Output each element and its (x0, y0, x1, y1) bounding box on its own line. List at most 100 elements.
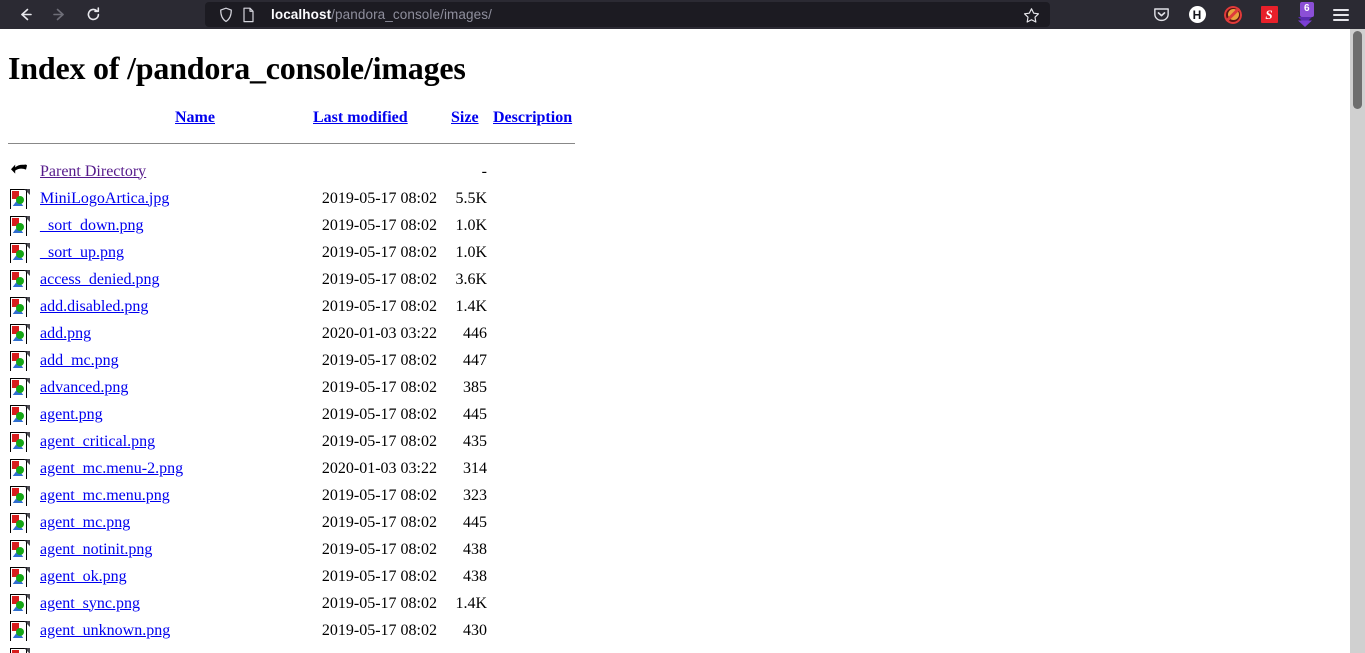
file-link[interactable]: advanced.png (40, 379, 128, 396)
row-icon-cell (8, 428, 40, 455)
row-size-cell: 385 (463, 378, 487, 396)
row-description-cell (493, 509, 593, 536)
row-name-cell: agent_sync.png (40, 590, 305, 617)
menu-icon[interactable] (1329, 3, 1353, 27)
column-icon-header (8, 109, 40, 131)
file-link[interactable]: agent_ok.png (40, 568, 127, 585)
row-lastmodified-cell: 2019-05-17 08:02 (321, 567, 437, 585)
page-scrollbar[interactable] (1350, 29, 1365, 653)
sourcegraph-icon[interactable]: S (1257, 3, 1281, 27)
row-name-cell: agent_mc.png (40, 509, 305, 536)
row-lastmodified-cell: 2019-05-17 08:02 (321, 432, 437, 450)
sort-by-name-link[interactable]: Name (175, 109, 215, 126)
hamburger-glyph-icon (1333, 8, 1349, 21)
reload-button[interactable] (78, 2, 108, 28)
page-icon[interactable] (242, 7, 255, 23)
table-row: add_mc.png 2019-05-17 08:02 447 (8, 347, 593, 374)
image-file-icon (10, 458, 30, 480)
browser-toolbar: localhost/pandora_console/images/ H S 6 (0, 0, 1365, 29)
row-icon-cell (8, 239, 40, 266)
row-description-cell (493, 536, 593, 563)
bookmark-star-button[interactable] (1018, 3, 1044, 27)
sort-by-lastmodified-link[interactable]: Last modified (313, 109, 408, 126)
row-icon-cell (8, 401, 40, 428)
https-everywhere-letter: H (1188, 6, 1206, 23)
row-description-cell (493, 266, 593, 293)
row-name-cell: _sort_up.png (40, 239, 305, 266)
https-everywhere-icon[interactable]: H (1185, 3, 1209, 27)
row-lastmodified-cell: 2019-05-17 08:02 (321, 243, 437, 261)
row-description-cell (493, 563, 593, 590)
file-link[interactable]: agent_mc.png (40, 514, 130, 531)
row-lastmodified-cell: 2019-05-17 08:02 (321, 216, 437, 234)
file-link[interactable]: agent_mc.menu.png (40, 487, 170, 504)
file-link[interactable]: agent.png (40, 406, 103, 423)
table-row: agent_unknown.png 2019-05-17 08:02 430 (8, 617, 593, 644)
row-icon-cell (8, 536, 40, 563)
table-row: access_denied.png 2019-05-17 08:02 3.6K (8, 266, 593, 293)
image-file-icon (10, 512, 30, 534)
pocket-icon[interactable] (1149, 3, 1173, 27)
parent-directory-link[interactable]: Parent Directory (40, 163, 146, 180)
row-size-cell: 1.4K (455, 297, 487, 315)
row-size-cell: 1.0K (455, 216, 487, 234)
file-link[interactable]: agent_mc.menu-2.png (40, 460, 183, 477)
row-icon-cell (8, 158, 40, 185)
sort-by-description-link[interactable]: Description (493, 109, 572, 126)
row-name-cell: agent_mc.menu-2.png (40, 455, 305, 482)
row-partial-cell (445, 644, 493, 653)
table-row-partial (8, 644, 593, 653)
image-file-icon (10, 242, 30, 264)
shield-icon[interactable] (219, 7, 233, 23)
row-name-cell: add.png (40, 320, 305, 347)
file-link[interactable]: add.disabled.png (40, 298, 148, 315)
row-name-cell: advanced.png (40, 374, 305, 401)
file-link[interactable]: agent_notinit.png (40, 541, 152, 558)
row-icon-cell (8, 212, 40, 239)
url-path: /pandora_console/images/ (331, 7, 492, 22)
downloads-glyph-icon: 6 (1294, 1, 1316, 27)
image-file-icon (10, 485, 30, 507)
file-link[interactable]: _sort_up.png (40, 244, 124, 261)
row-description-cell (493, 374, 593, 401)
url-bar[interactable]: localhost/pandora_console/images/ (205, 2, 1050, 27)
row-icon-cell (8, 320, 40, 347)
sourcegraph-letter: S (1260, 6, 1278, 23)
row-size-cell: 435 (463, 432, 487, 450)
row-icon-cell (8, 509, 40, 536)
row-name-cell: agent_mc.menu.png (40, 482, 305, 509)
row-name-cell: access_denied.png (40, 266, 305, 293)
table-row: agent_mc.menu-2.png 2020-01-03 03:22 314 (8, 455, 593, 482)
back-button[interactable] (10, 2, 40, 28)
row-description-cell (493, 482, 593, 509)
file-link[interactable]: _sort_down.png (40, 217, 144, 234)
table-row: advanced.png 2019-05-17 08:02 385 (8, 374, 593, 401)
table-row: agent_mc.png 2019-05-17 08:02 445 (8, 509, 593, 536)
file-link[interactable]: add_mc.png (40, 352, 119, 369)
file-link[interactable]: agent_critical.png (40, 433, 155, 450)
file-link[interactable]: access_denied.png (40, 271, 160, 288)
file-link[interactable]: agent_unknown.png (40, 622, 170, 639)
forward-button[interactable] (44, 2, 74, 28)
column-description-header: Description (493, 109, 593, 131)
file-link[interactable]: add.png (40, 325, 91, 342)
row-size-cell: 323 (463, 486, 487, 504)
image-file-icon (10, 377, 30, 399)
image-file-icon (10, 296, 30, 318)
file-link[interactable]: MiniLogoArtica.jpg (40, 190, 169, 207)
downloads-icon[interactable]: 6 (1293, 1, 1317, 27)
row-name-cell: MiniLogoArtica.jpg (40, 185, 305, 212)
row-icon-cell (8, 266, 40, 293)
image-file-icon (10, 647, 30, 653)
image-file-icon (10, 215, 30, 237)
row-description-cell (493, 428, 593, 455)
no-cookie-icon[interactable] (1221, 3, 1245, 27)
sort-by-size-link[interactable]: Size (451, 109, 479, 126)
row-name-cell: _sort_down.png (40, 212, 305, 239)
row-lastmodified-cell: 2019-05-17 08:02 (321, 189, 437, 207)
page-scrollbar-thumb[interactable] (1353, 31, 1362, 109)
row-description-cell (493, 158, 593, 185)
file-link[interactable]: agent_sync.png (40, 595, 140, 612)
row-size-cell: 445 (463, 405, 487, 423)
row-size-cell: 1.0K (455, 243, 487, 261)
